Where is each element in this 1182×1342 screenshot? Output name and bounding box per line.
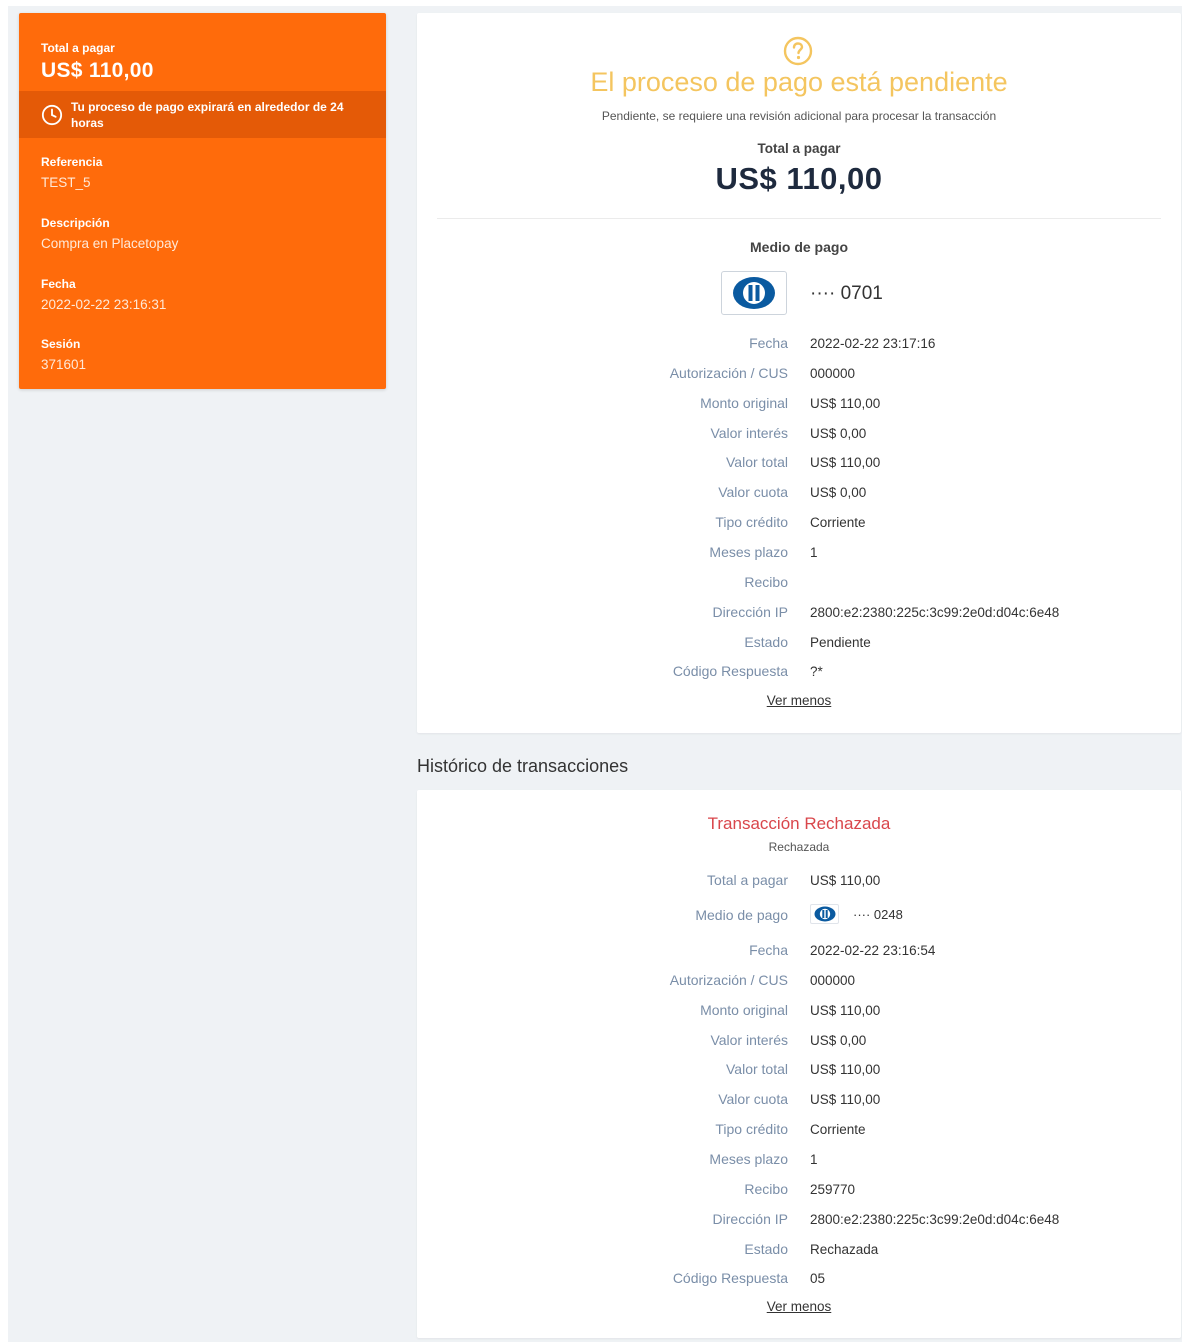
payment-status-card: El proceso de pago está pendiente Pendie… [417,13,1181,733]
detail-label: Autorización / CUS [669,971,788,988]
sidebar-total-value: US$ 110,00 [41,59,154,82]
description-label: Descripción [41,216,110,230]
date-value: 2022-02-22 23:16:31 [41,297,167,312]
detail-label: Tipo crédito [715,514,788,531]
detail-value: US$ 110,00 [810,873,881,888]
detail-label: Estado [744,633,788,650]
detail-label: Recibo [744,1180,788,1197]
expiration-text: Tu proceso de pago expirará en alrededor… [71,99,344,130]
detail-value: 2022-02-22 23:16:54 [810,943,936,958]
detail-value: US$ 0,00 [810,1032,867,1048]
detail-value: 1 [810,1151,818,1167]
expiration-notice: Tu proceso de pago expirará en alrededor… [19,91,386,138]
detail-value: Corriente [810,515,866,531]
card-brand-logo [721,271,787,315]
status-title: El proceso de pago está pendiente [590,67,1008,97]
sidebar-total-label: Total a pagar [41,41,115,55]
detail-label: Valor cuota [718,484,788,501]
total-value: US$ 110,00 [715,161,883,196]
diners-club-icon [814,906,835,922]
detail-label: Fecha [749,942,788,958]
detail-label: Estado [744,1240,788,1257]
divider [437,218,1161,219]
detail-label: Meses plazo [709,543,788,560]
description-value: Compra en Placetopay [41,236,179,251]
card-last-digits: ···· 0701 [810,283,883,304]
reference-label: Referencia [41,155,103,169]
detail-value: 2800:e2:2380:225c:3c99:2e0d:d04c:6e48 [810,1211,1060,1227]
detail-label: Meses plazo [709,1150,788,1167]
detail-label: Valor interés [710,1031,788,1048]
detail-value: Pendiente [810,634,871,650]
detail-label: Medio de pago [695,907,788,923]
detail-label: Tipo crédito [715,1121,788,1138]
detail-value: 2022-02-22 23:17:16 [810,336,936,351]
status-subtitle: Pendiente, se requiere una revisión adic… [601,109,997,123]
detail-value: 1 [810,544,818,560]
detail-value: US$ 110,00 [810,1062,881,1078]
detail-label: Autorización / CUS [669,364,788,381]
detail-value: 000000 [810,972,856,988]
payment-summary-sidebar: Total a pagar US$ 110,00 Tu proceso de p… [19,13,386,389]
detail-label: Dirección IP [712,603,788,620]
question-circle-icon [783,36,813,66]
detail-label: Valor total [726,454,788,471]
transaction-history-card: Transacción Rechazada Rechazada Total a … [417,790,1181,1338]
ver-menos-link[interactable]: Ver menos [417,693,1181,708]
detail-value: US$ 110,00 [810,455,881,471]
payment-method-label: Medio de pago [750,239,848,255]
reference-value: TEST_5 [41,175,91,190]
detail-value: US$ 110,00 [810,1002,881,1018]
detail-value: 2800:e2:2380:225c:3c99:2e0d:d04c:6e48 [810,604,1060,620]
diners-club-icon [733,277,775,309]
total-label: Total a pagar [757,141,841,156]
transaction-status-subtitle: Rechazada [768,840,830,854]
session-value: 371601 [41,357,87,372]
detail-value: Rechazada [810,1241,879,1257]
detail-label: Código Respuesta [672,663,788,680]
detail-value: 259770 [810,1181,856,1197]
detail-value: US$ 0,00 [810,485,867,501]
card-last-digits: ···· 0248 [853,907,903,922]
ver-menos-link[interactable]: Ver menos [417,1299,1181,1314]
detail-value: US$ 110,00 [810,395,881,411]
detail-label: Total a pagar [707,872,788,888]
detail-label: Valor total [726,1061,788,1078]
detail-value: US$ 0,00 [810,425,867,441]
detail-label: Monto original [700,1001,788,1018]
date-label: Fecha [41,277,76,291]
detail-value: 000000 [810,365,856,381]
detail-label: Valor interés [710,424,788,441]
detail-value: 05 [810,1271,826,1287]
detail-label: Recibo [744,573,788,590]
detail-label: Código Respuesta [672,1270,788,1287]
clock-icon [41,104,63,125]
history-title: Histórico de transacciones [417,756,629,776]
transaction-status-title: Transacción Rechazada [707,814,891,833]
detail-value: US$ 110,00 [810,1092,881,1108]
detail-label: Dirección IP [712,1210,788,1227]
detail-value: Corriente [810,1122,866,1138]
session-label: Sesión [41,337,81,351]
detail-label: Fecha [749,335,788,351]
detail-label: Valor cuota [718,1091,788,1108]
card-brand-logo [810,904,839,924]
detail-value: ?* [810,664,823,680]
detail-label: Monto original [700,394,788,411]
